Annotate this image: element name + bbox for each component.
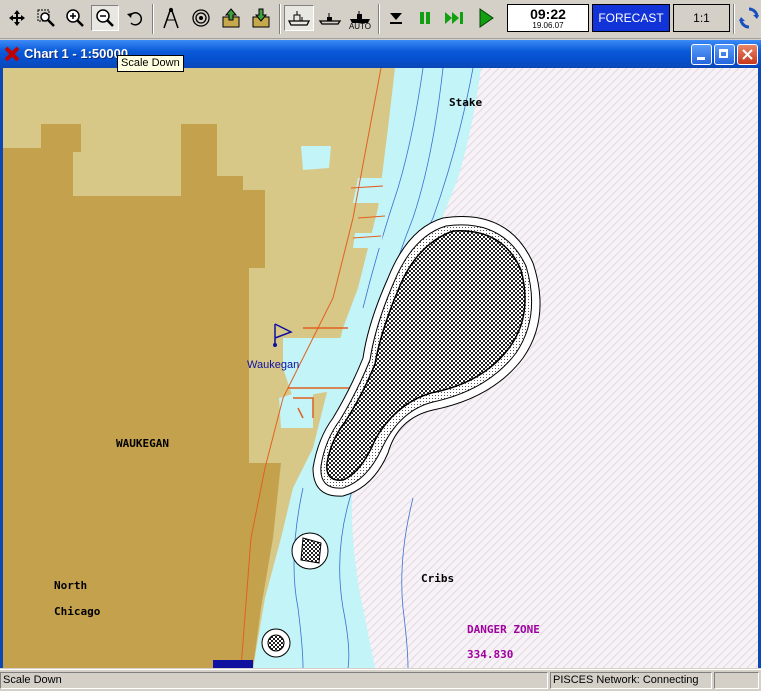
chart-window-titlebar[interactable]: Chart 1 - 1:50000: [0, 40, 761, 68]
harbor-basin: [353, 233, 383, 248]
ship-view-icon[interactable]: [284, 5, 314, 31]
scale-button[interactable]: 1:1: [673, 4, 730, 32]
auto-mode-icon[interactable]: AUTO: [346, 5, 374, 31]
vessel-marker[interactable]: [213, 660, 253, 668]
clock-display: 09:22 19.06.07: [507, 4, 589, 32]
urban-area: [3, 124, 281, 668]
pause-icon[interactable]: [412, 5, 438, 31]
window-title: Chart 1 - 1:50000: [24, 46, 129, 61]
status-message: Scale Down: [0, 672, 548, 689]
toolbar-separator: [733, 4, 735, 34]
target-icon[interactable]: [188, 5, 214, 31]
fast-forward-icon[interactable]: [441, 5, 469, 31]
play-icon[interactable]: [472, 5, 500, 31]
status-extra: [714, 672, 759, 689]
toolbar-separator: [279, 4, 281, 34]
nautical-chart[interactable]: Stake Waukegan WAUKEGAN North Chicago Cr…: [0, 68, 761, 668]
label-north: North: [54, 579, 88, 592]
chart-map[interactable]: [3, 68, 758, 668]
toolbar-separator: [378, 4, 380, 34]
label-cribs: Cribs: [421, 572, 455, 585]
maximize-icon[interactable]: [714, 44, 735, 65]
scale-down-icon[interactable]: [91, 5, 119, 31]
ship-flat-icon[interactable]: [316, 5, 344, 31]
label-chicago: Chicago: [54, 605, 101, 618]
network-status: PISCES Network: Connecting: [550, 672, 712, 689]
export-icon[interactable]: [218, 5, 244, 31]
harbor-basin: [301, 146, 331, 170]
zoom-in-icon[interactable]: [62, 5, 88, 31]
zoom-area-icon[interactable]: [33, 5, 59, 31]
tooltip: Scale Down: [117, 55, 184, 72]
undo-icon[interactable]: [122, 5, 148, 31]
label-waukegan-city: WAUKEGAN: [116, 437, 169, 450]
label-danger-value: 334.830: [467, 648, 514, 661]
clock-date: 19.06.07: [532, 21, 564, 30]
stop-icon[interactable]: [383, 5, 409, 31]
toolbar-separator: [152, 4, 154, 34]
minimize-icon[interactable]: [691, 44, 712, 65]
network-icon[interactable]: [738, 5, 760, 31]
small-shoal-core: [300, 537, 322, 564]
import-icon[interactable]: [248, 5, 274, 31]
harbor-basin: [353, 178, 383, 203]
clock-time: 09:22: [530, 6, 566, 22]
move-icon[interactable]: [4, 5, 30, 31]
label-stake: Stake: [449, 96, 483, 109]
label-waukegan-marker: Waukegan: [247, 359, 300, 371]
chart-app-icon: [4, 46, 20, 62]
auto-label: AUTO: [348, 22, 372, 31]
close-icon[interactable]: [737, 44, 758, 65]
main-toolbar: AUTO 09:22 19.06.07 FORECAST 1:1: [0, 0, 761, 39]
compass-icon[interactable]: [158, 5, 184, 31]
forecast-button[interactable]: FORECAST: [592, 4, 670, 32]
status-bar: Scale Down PISCES Network: Connecting: [0, 669, 761, 691]
label-danger-zone: DANGER ZONE: [467, 623, 540, 636]
small-shoal-core: [267, 634, 285, 652]
